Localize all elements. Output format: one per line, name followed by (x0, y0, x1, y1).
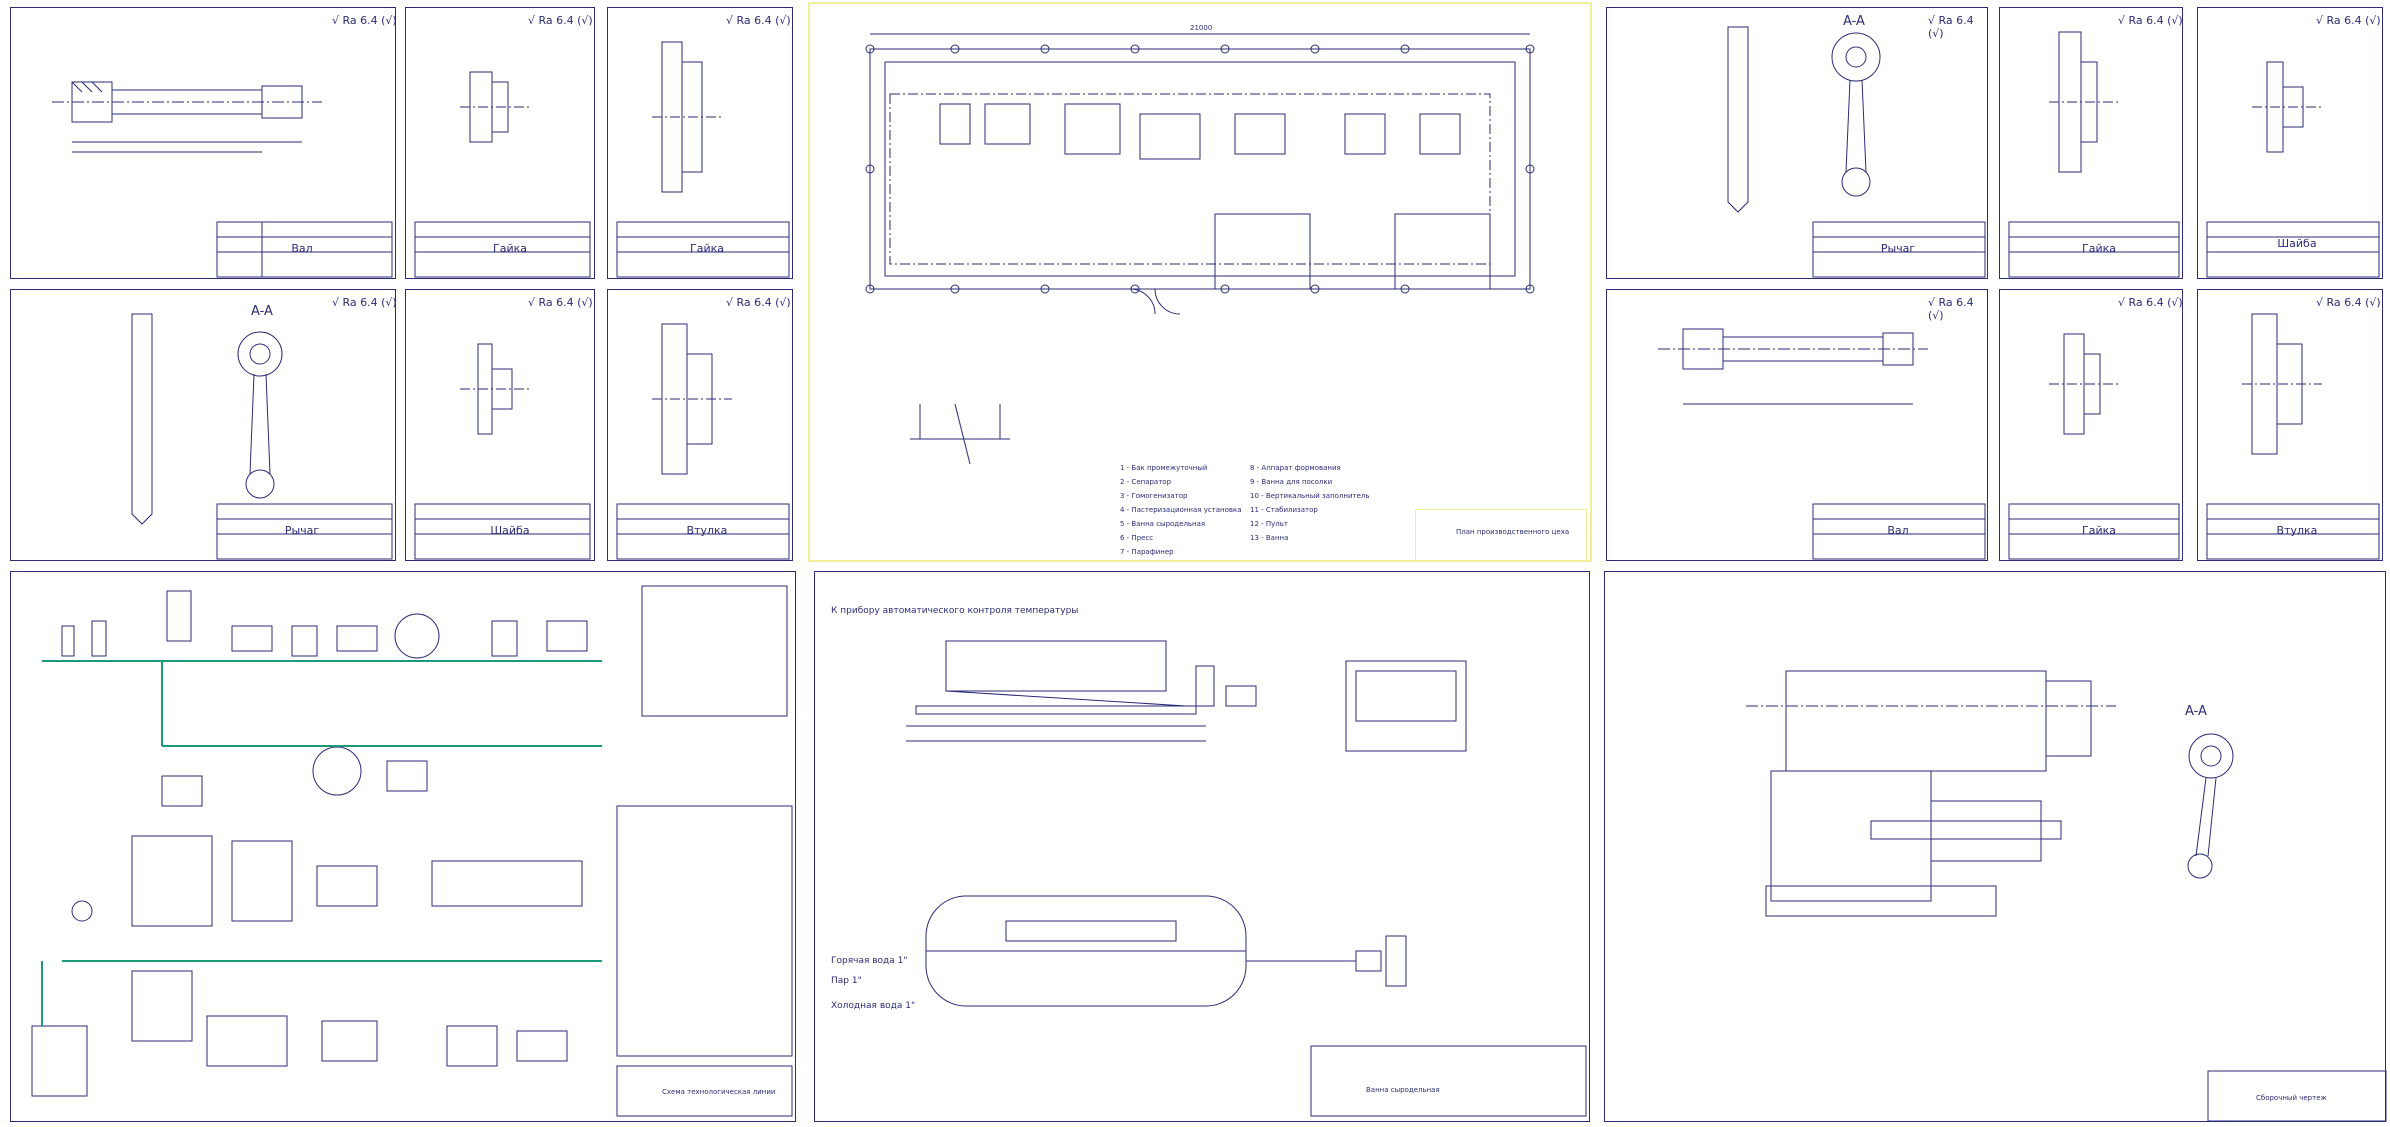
shaft-drawing (52, 81, 393, 278)
sheet-layout-plan: 21000 1 - Бак промежуточный 2 - Сепарато… (808, 2, 1592, 562)
part-name: Вал (1887, 524, 1909, 537)
part-name: Рычаг (284, 524, 320, 537)
part-name: Гайка (2082, 242, 2116, 255)
sheet-process-scheme: Схема технологическая линии (2, 566, 798, 1125)
sheet-right-washer: √ Ra 6.4 (√) Шайба (2192, 2, 2388, 282)
legend-item: 5 - Ванна сыродельная (1120, 520, 1206, 528)
sheet-shaft-detail: √ Ra 6.4 (√) Вал (2, 2, 398, 282)
title-block: План производственного цеха (1415, 509, 1587, 561)
right-shaft-drawing (1658, 328, 1986, 560)
stamp-title: План производственного цеха (1456, 528, 1570, 536)
sheet-bushing-detail: √ Ra 6.4 (√) Втулка (602, 284, 798, 564)
washer-drawing (414, 343, 591, 560)
part-name: Втулка (2276, 524, 2318, 537)
legend-item: 7 - Парафинер (1120, 548, 1174, 556)
stamp-title: Ванна сыродельная (1366, 1086, 1440, 1094)
right-bushing-drawing (2206, 313, 2380, 560)
legend-item: 6 - Пресс (1120, 534, 1154, 542)
legend-item: 9 - Ванна для посолки (1250, 478, 1333, 486)
sheet-right-shaft: √ Ra 6.4 (√) Вал (1598, 284, 1990, 564)
sheet-assembly: A-A Сборочный чертеж (1596, 566, 2388, 1125)
sheet-right-nut2: √ Ra 6.4 (√) Гайка (1994, 284, 2188, 564)
sheet-right-nut: √ Ra 6.4 (√) Гайка (1994, 2, 2188, 282)
sheet-nut-detail: √ Ra 6.4 (√) Гайка (400, 2, 600, 282)
nut-drawing (414, 71, 591, 278)
assembly-drawing (1746, 670, 2387, 1122)
part-name: Гайка (493, 242, 527, 255)
stamp-title: Схема технологическая линии (662, 1088, 776, 1096)
sheet-cheese-bath: К прибору автоматического контроля темпе… (806, 566, 1592, 1125)
process-scheme-drawing (31, 585, 793, 1117)
legend-item: 10 - Вертикальный заполнитель (1250, 492, 1370, 500)
stamp-title: Сборочный чертеж (2256, 1094, 2327, 1102)
part-name: Шайба (490, 524, 530, 537)
right-nut-drawing (2008, 31, 2180, 278)
sheet-right-lever: √ Ra 6.4 (√) A-A Рычаг (1598, 2, 1990, 282)
legend-item: 3 - Гомогенизатор (1120, 492, 1188, 500)
part-name: Гайка (2082, 524, 2116, 537)
sheet-lever-detail: √ Ra 6.4 (√) A-A Рычаг (2, 284, 398, 564)
part-name: Шайба (2277, 237, 2317, 250)
legend-item: 2 - Сепаратор (1120, 478, 1172, 486)
part-name: Рычаг (1880, 242, 1916, 255)
legend-item: 13 - Ванна (1250, 534, 1289, 542)
right-nut2-drawing (2008, 333, 2180, 560)
legend-item: 1 - Бак промежуточный (1120, 464, 1208, 472)
part-name: Втулка (686, 524, 728, 537)
nut2-drawing (616, 41, 790, 278)
sheet-nut2-detail: √ Ra 6.4 (√) Гайка (602, 2, 798, 282)
legend-item: 4 - Пастеризационная установка (1120, 506, 1242, 514)
main-dimension: 21000 (1190, 24, 1213, 32)
part-name: Гайка (690, 242, 724, 255)
right-lever-drawing (1727, 26, 1986, 278)
sheet-right-bushing: √ Ra 6.4 (√) Втулка (2192, 284, 2388, 564)
sheet-washer-detail: √ Ra 6.4 (√) Шайба (400, 284, 600, 564)
part-name: Вал (291, 242, 313, 255)
lever-drawing (131, 313, 393, 560)
bath-drawing (906, 640, 1587, 1117)
legend-item: 12 - Пульт (1250, 520, 1288, 528)
legend-item: 8 - Аппарат формования (1250, 464, 1341, 472)
legend-item: 11 - Стабилизатор (1250, 506, 1318, 514)
bushing-drawing (616, 323, 790, 560)
